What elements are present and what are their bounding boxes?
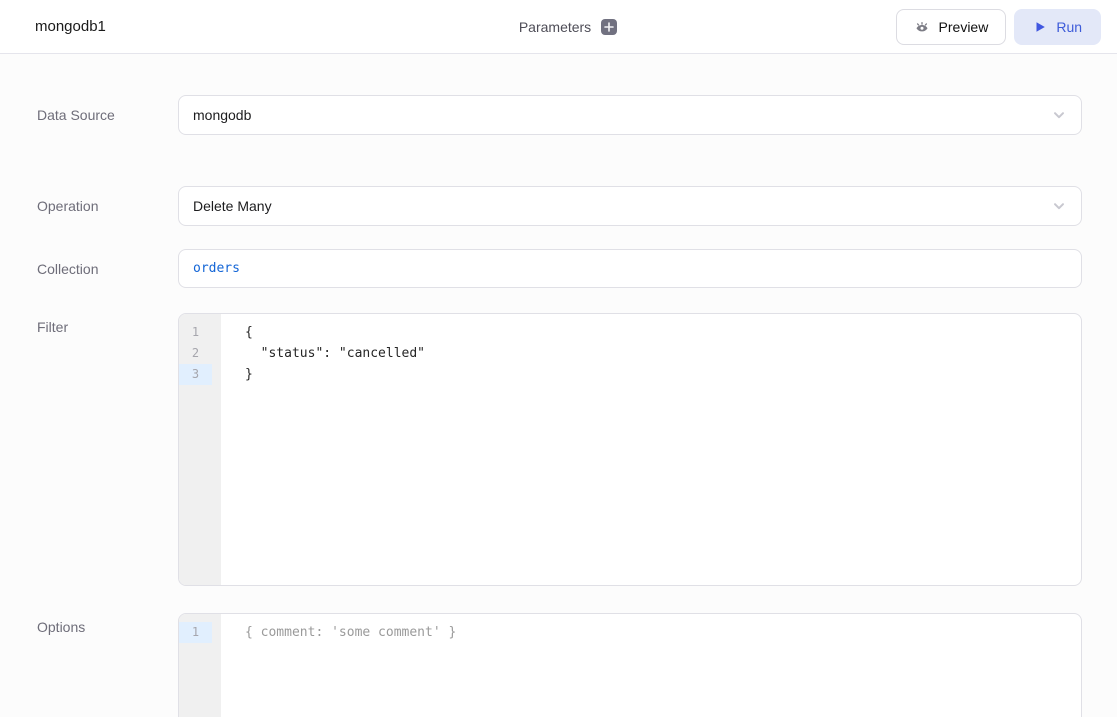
row-filter: Filter 1 2 3 { "status": "cancelled" } bbox=[0, 313, 1082, 586]
run-button-label: Run bbox=[1056, 19, 1082, 35]
code-line: } bbox=[245, 364, 1071, 385]
data-source-value: mongodb bbox=[193, 107, 1051, 123]
operation-value: Delete Many bbox=[193, 198, 1051, 214]
collection-label: Collection bbox=[0, 249, 178, 279]
parameters-section: Parameters bbox=[519, 19, 617, 35]
line-number-active: 3 bbox=[179, 364, 212, 385]
row-collection: Collection orders bbox=[0, 249, 1082, 288]
options-code-area[interactable]: { comment: 'some comment' } bbox=[221, 614, 1081, 717]
eye-icon bbox=[914, 19, 930, 35]
play-icon bbox=[1033, 20, 1047, 34]
filter-code-editor[interactable]: 1 2 3 { "status": "cancelled" } bbox=[178, 313, 1082, 586]
row-data-source: Data Source mongodb bbox=[0, 95, 1082, 135]
operation-select[interactable]: Delete Many bbox=[178, 186, 1082, 226]
data-source-select[interactable]: mongodb bbox=[178, 95, 1082, 135]
filter-label: Filter bbox=[0, 313, 178, 337]
operation-label: Operation bbox=[0, 186, 178, 216]
topbar-actions: Preview Run bbox=[617, 9, 1101, 45]
query-form: Data Source mongodb Operation Delete Man… bbox=[0, 54, 1117, 717]
run-button[interactable]: Run bbox=[1014, 9, 1101, 45]
collection-input[interactable]: orders bbox=[178, 249, 1082, 288]
chevron-down-icon bbox=[1051, 198, 1067, 214]
filter-code-area[interactable]: { "status": "cancelled" } bbox=[221, 314, 1081, 585]
options-placeholder: { comment: 'some comment' } bbox=[245, 622, 1071, 643]
preview-button-label: Preview bbox=[939, 19, 989, 35]
collection-value: orders bbox=[193, 261, 240, 276]
data-source-label: Data Source bbox=[0, 95, 178, 125]
options-code-editor[interactable]: 1 { comment: 'some comment' } bbox=[178, 613, 1082, 717]
code-line: "status": "cancelled" bbox=[245, 343, 1071, 364]
add-parameter-button[interactable] bbox=[601, 19, 617, 35]
filter-editor-gutter: 1 2 3 bbox=[179, 314, 221, 585]
parameters-label: Parameters bbox=[519, 19, 591, 35]
preview-button[interactable]: Preview bbox=[896, 9, 1007, 45]
row-options: Options 1 { comment: 'some comment' } bbox=[0, 613, 1082, 717]
row-operation: Operation Delete Many bbox=[0, 186, 1082, 226]
options-label: Options bbox=[0, 613, 178, 637]
query-editor-page: mongodb1 Parameters Preview bbox=[0, 0, 1117, 717]
plus-icon bbox=[604, 22, 614, 32]
chevron-down-icon bbox=[1051, 107, 1067, 123]
line-number-active: 1 bbox=[179, 622, 212, 643]
code-line: { bbox=[245, 322, 1071, 343]
query-title: mongodb1 bbox=[35, 18, 106, 35]
topbar: mongodb1 Parameters Preview bbox=[0, 0, 1117, 54]
topbar-left: mongodb1 bbox=[35, 18, 519, 35]
line-number: 2 bbox=[179, 343, 212, 364]
options-editor-gutter: 1 bbox=[179, 614, 221, 717]
line-number: 1 bbox=[179, 322, 212, 343]
